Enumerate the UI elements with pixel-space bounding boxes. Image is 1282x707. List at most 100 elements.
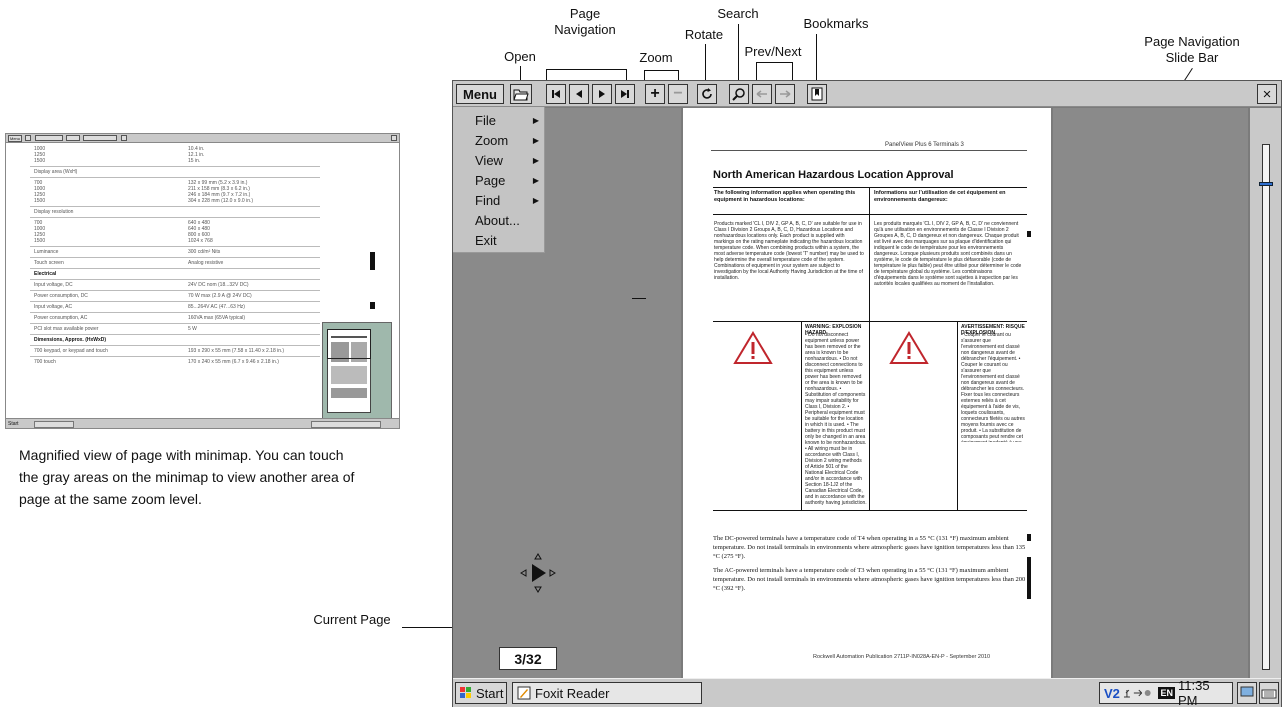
thumbnail-app	[34, 421, 74, 428]
pan-arrows-icon	[520, 553, 556, 593]
menu-item-view[interactable]: View ▶	[475, 153, 545, 168]
next-page-button[interactable]	[592, 84, 612, 104]
minimap-viewport[interactable]	[327, 329, 371, 359]
warning-triangle-icon	[733, 331, 773, 370]
thumbnail-row-value: 85...264V AC (47...63 Hz)	[188, 304, 245, 310]
rotate-button[interactable]	[697, 84, 717, 104]
thumbnail-row-label: 700 keypad, or keypad and touch	[34, 348, 108, 354]
zoom-in-button[interactable]: +	[645, 84, 665, 104]
bookmarks-button[interactable]	[807, 84, 827, 104]
paragraph-ac: The AC-powered terminals have a temperat…	[713, 567, 1026, 592]
minimap[interactable]	[322, 322, 392, 420]
next-result-button[interactable]	[775, 84, 795, 104]
arrow-right-icon	[780, 90, 791, 98]
menu-item-label: View	[475, 153, 503, 168]
magnified-view-thumbnail: Menu 1000 10.4 in. 1250 12.1 in. 1500 15 in. D…	[5, 133, 400, 429]
thumbnail-row-divider	[30, 279, 320, 280]
last-page-icon	[621, 90, 629, 98]
taskbar: Start Foxit Reader V2 EN 11:35 PM	[453, 678, 1281, 707]
leader-line	[546, 69, 547, 80]
thumbnail-row-value: 5 W	[188, 326, 197, 332]
thumbnail-close-icon	[391, 135, 397, 141]
leader-line	[756, 62, 757, 80]
search-icon	[732, 88, 745, 101]
thumbnail-row-divider	[30, 217, 320, 218]
next-page-icon	[599, 90, 605, 98]
keyboard-button[interactable]	[1259, 682, 1279, 704]
open-folder-icon	[513, 89, 529, 101]
thumbnail-nav-icon	[35, 135, 63, 141]
menu-item-about[interactable]: About...	[475, 213, 545, 228]
thumbnail-tray	[311, 421, 381, 428]
first-page-button[interactable]	[546, 84, 566, 104]
start-button[interactable]: Start	[455, 682, 507, 704]
reader-window: Menu + − × 3/32 File ▶ Zoom ▶ View ▶ Page	[452, 80, 1282, 707]
page-navigation-slide-bar[interactable]	[1250, 108, 1281, 678]
warning-left-body: • Do not disconnect equipment unless pow…	[805, 332, 867, 506]
taskbar-app-label: Foxit Reader	[535, 685, 610, 701]
thumbnail-row-divider	[30, 257, 320, 258]
taskbar-app-foxit[interactable]: Foxit Reader	[512, 682, 702, 704]
thumbnail-row-divider	[30, 345, 320, 346]
start-label: Start	[476, 685, 504, 701]
zoom-out-button[interactable]: −	[668, 84, 688, 104]
left-col-heading: The following information applies when o…	[714, 190, 856, 203]
paragraph-dc: The DC-powered terminals have a temperat…	[713, 535, 1026, 560]
thumbnail-row-label: PCI slot max available power	[34, 326, 99, 332]
slide-thumb[interactable]	[1259, 182, 1273, 186]
callout-current-page: Current Page	[313, 612, 391, 627]
current-page-indicator[interactable]: 3/32	[499, 647, 557, 670]
page-header: PanelView Plus 6 Terminals 3	[885, 142, 964, 148]
change-bar	[1027, 557, 1031, 599]
thumbnail-row-value: Analog resistive	[188, 260, 224, 266]
thumbnail-row-divider	[30, 177, 320, 178]
right-col-heading: Informations sur l'utilisation de cet éq…	[874, 190, 1006, 203]
thumbnail-row-value: 170 x 240 x 55 mm (6.7 x 9.46 x 2.18 in.…	[188, 359, 279, 365]
thumbnail-row-value: 24V DC nom (18...32V DC)	[188, 282, 249, 288]
change-bar	[1027, 534, 1031, 541]
close-button[interactable]: ×	[1257, 84, 1277, 104]
thumbnail-row-divider	[30, 166, 320, 167]
menu-item-label: Page	[475, 173, 506, 188]
thumbnail-row-value: 304 x 228 mm (12.0 x 9.0 in.)	[188, 198, 254, 204]
pdf-page[interactable]: PanelView Plus 6 Terminals 3 North Ameri…	[683, 108, 1051, 678]
last-page-button[interactable]	[615, 84, 635, 104]
desktop-button[interactable]	[1237, 682, 1257, 704]
thumbnail-row-label: Input voltage, DC	[34, 282, 73, 288]
thumbnail-row-divider	[30, 323, 320, 324]
menu-item-page[interactable]: Page ▶	[475, 173, 545, 188]
slide-track[interactable]	[1262, 144, 1270, 670]
approval-table: The following information applies when o…	[713, 187, 1027, 511]
menu-item-zoom[interactable]: Zoom ▶	[475, 133, 545, 148]
right-gray-area	[1053, 108, 1248, 678]
thumbnail-row-value: 15 in.	[188, 158, 201, 164]
thumbnail-row-divider	[30, 312, 320, 313]
warning-right-body: • Couper le courant ou s'assurer que l'e…	[961, 332, 1025, 442]
leader-line	[546, 69, 626, 70]
thumbnail-bookmark-icon	[121, 135, 127, 141]
callout-search: Search	[717, 6, 759, 21]
thumbnail-open-icon	[25, 135, 31, 141]
language-indicator[interactable]: EN	[1158, 687, 1175, 699]
submenu-arrow-icon: ▶	[532, 176, 539, 185]
menu-item-label: About...	[475, 213, 520, 228]
leader-line	[816, 34, 817, 80]
menu-item-label: Exit	[475, 233, 497, 248]
menu-item-file[interactable]: File ▶	[475, 113, 545, 128]
thumbnail-menu-button: Menu	[8, 135, 22, 142]
menu-item-label: File	[475, 113, 496, 128]
prev-result-button[interactable]	[752, 84, 772, 104]
submenu-arrow-icon: ▶	[532, 156, 539, 165]
menu-item-find[interactable]: Find ▶	[475, 193, 545, 208]
search-button[interactable]	[729, 84, 749, 104]
prev-page-button[interactable]	[569, 84, 589, 104]
menu-button[interactable]: Menu	[456, 84, 504, 104]
submenu-arrow-icon: ▶	[532, 116, 539, 125]
pan-control[interactable]	[513, 548, 563, 598]
thumbnail-tools-icon	[83, 135, 117, 141]
warning-triangle-icon	[889, 331, 929, 370]
menu-item-exit[interactable]: Exit	[475, 233, 545, 248]
open-button[interactable]	[510, 84, 532, 104]
callout-slide-bar: Page Navigation Slide Bar	[1144, 34, 1240, 65]
leader-line	[626, 69, 627, 80]
